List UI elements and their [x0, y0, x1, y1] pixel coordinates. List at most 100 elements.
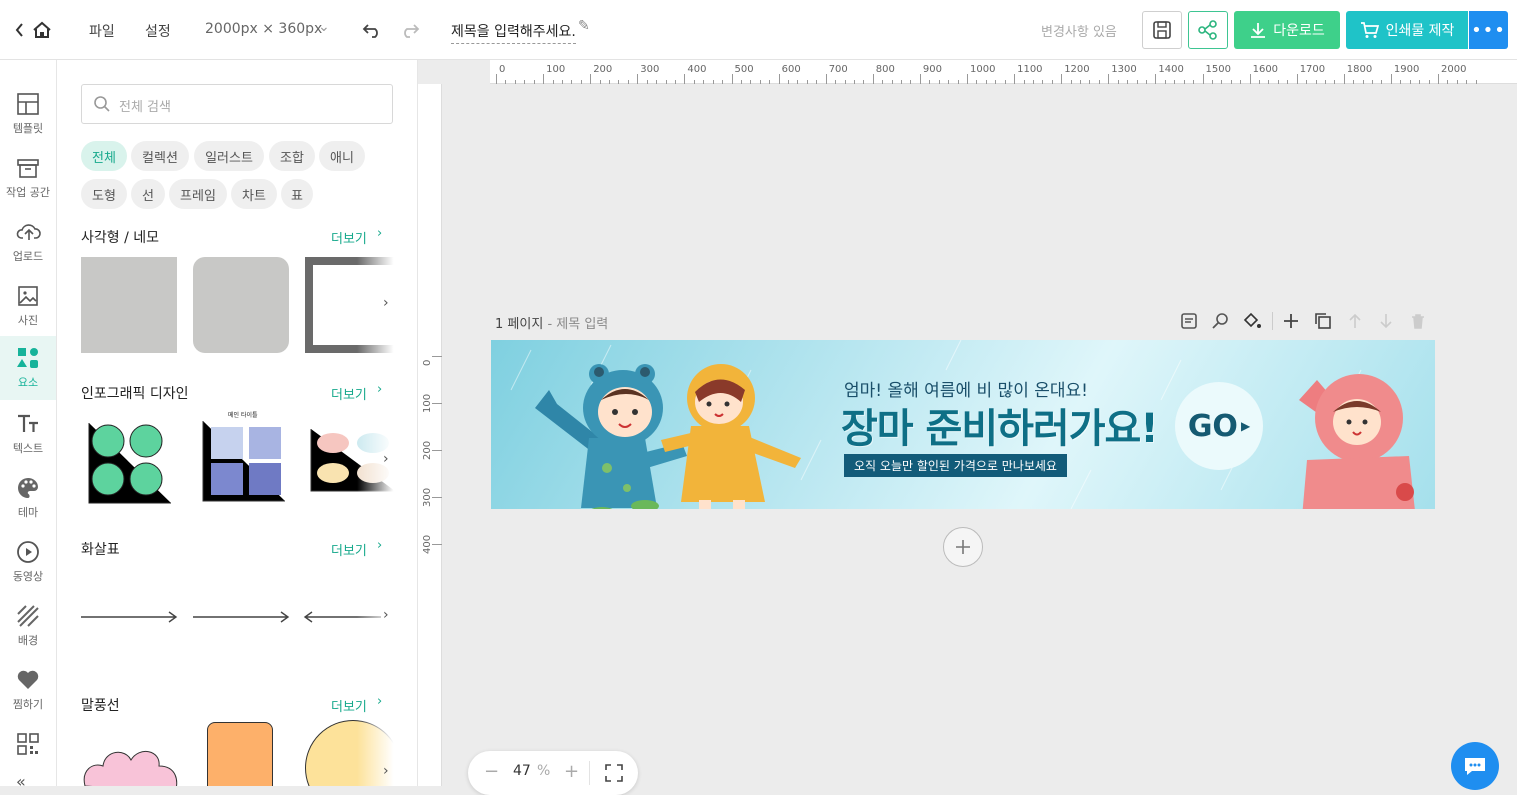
- chip-combination[interactable]: 조합: [269, 141, 315, 171]
- search-input[interactable]: 전체 검색: [81, 84, 393, 124]
- chip-collection[interactable]: 컬렉션: [131, 141, 189, 171]
- delete-page-icon[interactable]: [1409, 312, 1427, 330]
- ruler-minor-tick: [938, 80, 940, 84]
- chip-chart[interactable]: 차트: [231, 179, 277, 209]
- ruler-label: 2000: [1441, 64, 1467, 75]
- go-button-graphic[interactable]: GO ▶: [1175, 382, 1263, 470]
- see-more-rectangle[interactable]: 더보기: [331, 228, 367, 247]
- section-title-rectangle: 사각형 / 네모: [81, 230, 160, 246]
- scroll-right-icon[interactable]: ›: [383, 451, 389, 467]
- infographic-thumbnail-2[interactable]: 메인 타이틀: [193, 409, 289, 511]
- more-options-button[interactable]: •••: [1469, 11, 1508, 49]
- duplicate-page-icon[interactable]: [1314, 312, 1332, 330]
- print-button[interactable]: 인쇄물 제작: [1346, 11, 1468, 49]
- magic-icon[interactable]: [1211, 312, 1231, 330]
- heart-icon: [17, 670, 39, 689]
- fill-color-icon[interactable]: [1242, 312, 1262, 330]
- chip-frame[interactable]: 프레임: [169, 179, 227, 209]
- zoom-out-button[interactable]: −: [484, 761, 499, 782]
- chip-table[interactable]: 표: [281, 179, 313, 209]
- see-more-infographic[interactable]: 더보기: [331, 384, 367, 403]
- zoom-control: − 47 % +: [468, 751, 638, 795]
- ruler-minor-tick: [957, 80, 959, 84]
- elements-icon: [17, 348, 38, 368]
- search-placeholder: 전체 검색: [119, 100, 171, 115]
- ruler-minor-tick: [1042, 80, 1044, 84]
- chip-animation[interactable]: 애니: [319, 141, 365, 171]
- zoom-in-button[interactable]: +: [564, 761, 579, 782]
- chip-all[interactable]: 전체: [81, 141, 127, 171]
- save-button[interactable]: [1142, 11, 1182, 49]
- ruler-label: 600: [781, 64, 801, 75]
- ruler-minor-tick: [693, 80, 695, 84]
- file-menu[interactable]: 파일: [89, 21, 115, 41]
- nav-theme[interactable]: 테마: [0, 468, 56, 528]
- rounded-rect-thumbnail[interactable]: [193, 257, 289, 353]
- see-more-speech-bubble[interactable]: 더보기: [331, 696, 367, 715]
- nav-background[interactable]: 배경: [0, 596, 56, 656]
- ruler-tick: [1249, 74, 1251, 84]
- pencil-icon: ✎: [578, 18, 590, 34]
- download-button[interactable]: 다운로드: [1234, 11, 1340, 49]
- nav-upload[interactable]: 업로드: [0, 212, 56, 272]
- redo-button[interactable]: [399, 20, 421, 40]
- ruler-minor-tick: [1089, 80, 1091, 84]
- add-page-button[interactable]: [943, 527, 983, 567]
- infographic-thumbnail-1[interactable]: [81, 415, 177, 511]
- nav-text[interactable]: 텍스트: [0, 404, 56, 464]
- nav-label: 찜하기: [12, 698, 44, 711]
- ruler-minor-tick: [627, 80, 629, 84]
- elements-panel: 전체 검색 전체 컬렉션 일러스트 조합 애니 도형 선 프레임 차트 표 사각…: [57, 60, 418, 786]
- page-title-input[interactable]: - 제목 입력: [547, 317, 608, 332]
- settings-menu[interactable]: 설정: [145, 21, 171, 41]
- nav-workspace[interactable]: 작업 공간: [0, 148, 56, 208]
- banner-tag[interactable]: 오직 오늘만 할인된 가격으로 만나보세요: [844, 454, 1067, 477]
- document-title-input[interactable]: 제목을 입력해주세요.: [451, 21, 576, 44]
- ruler-minor-tick: [646, 80, 648, 84]
- nav-favorite[interactable]: 찜하기: [0, 660, 56, 720]
- move-up-icon[interactable]: [1346, 312, 1364, 330]
- palette-icon: [18, 478, 38, 498]
- nav-qr[interactable]: [0, 724, 56, 764]
- chip-shape[interactable]: 도형: [81, 179, 127, 209]
- undo-button[interactable]: [361, 20, 383, 40]
- nav-video[interactable]: 동영상: [0, 532, 56, 592]
- ruler-minor-tick: [891, 80, 893, 84]
- add-page-icon[interactable]: [1282, 312, 1300, 330]
- collapse-nav-button[interactable]: «: [0, 770, 56, 791]
- square-bubble-thumbnail[interactable]: [207, 722, 273, 786]
- share-button[interactable]: [1188, 11, 1228, 49]
- banner-headline[interactable]: 장마 준비하러가요!: [841, 396, 1159, 454]
- see-more-arrow[interactable]: 더보기: [331, 540, 367, 559]
- ruler-tick: [1108, 74, 1110, 84]
- ruler-tick: [432, 403, 442, 405]
- cloud-bubble-thumbnail[interactable]: [81, 736, 181, 786]
- banner-canvas[interactable]: 엄마! 올해 여름에 비 많이 온대요! 장마 준비하러가요! 오직 오늘만 할…: [491, 340, 1435, 509]
- rect-thumbnail[interactable]: [81, 257, 177, 353]
- banner-tag-text: 오직 오늘만 할인된 가격으로 만나보세요: [854, 459, 1057, 473]
- canvas-size-select[interactable]: 2000px × 360px: [205, 21, 322, 37]
- ruler-label: 400: [687, 64, 707, 75]
- nav-photo[interactable]: 사진: [0, 276, 56, 336]
- chat-button[interactable]: [1451, 742, 1499, 790]
- move-down-icon[interactable]: [1377, 312, 1395, 330]
- scroll-right-icon[interactable]: ›: [383, 763, 389, 779]
- ruler-minor-tick: [1032, 80, 1034, 84]
- nav-label: 테마: [17, 506, 39, 519]
- zoom-value[interactable]: 47: [513, 763, 531, 779]
- ruler-minor-tick: [514, 80, 516, 84]
- nav-label: 요소: [17, 376, 39, 389]
- ruler-minor-tick: [901, 80, 903, 84]
- back-home-button[interactable]: [12, 18, 52, 42]
- scroll-right-icon[interactable]: ›: [383, 607, 389, 623]
- ruler-label: 0: [499, 64, 506, 75]
- fullscreen-icon[interactable]: [605, 764, 623, 782]
- nav-label: 템플릿: [12, 122, 44, 135]
- memo-icon[interactable]: [1180, 312, 1198, 330]
- ruler-label: 1500: [1205, 64, 1231, 75]
- scroll-right-icon[interactable]: ›: [383, 295, 389, 311]
- nav-template[interactable]: 템플릿: [0, 84, 56, 144]
- chip-illustration[interactable]: 일러스트: [194, 141, 264, 171]
- nav-elements[interactable]: 요소: [0, 336, 56, 400]
- chip-line[interactable]: 선: [131, 179, 165, 209]
